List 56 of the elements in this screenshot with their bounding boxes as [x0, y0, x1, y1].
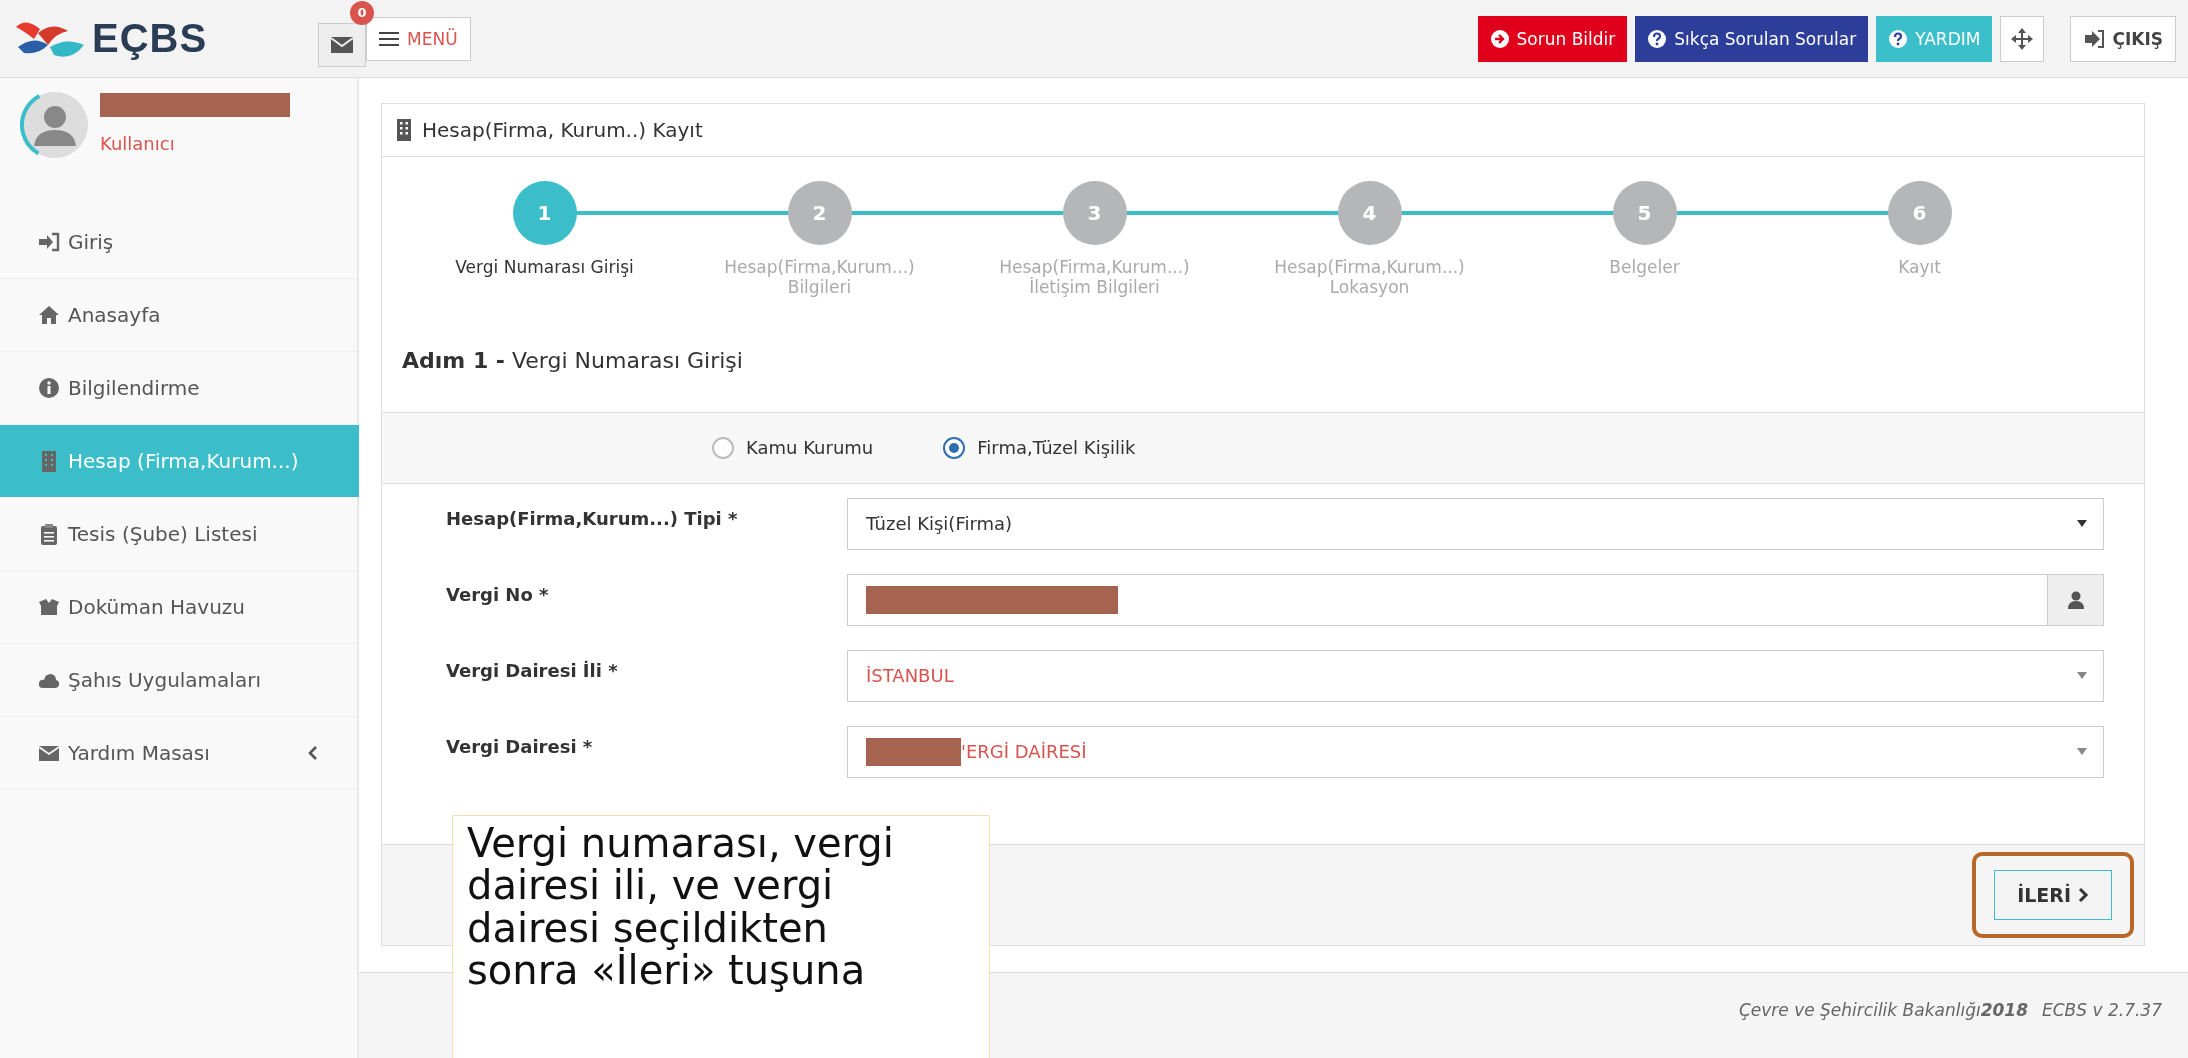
select-value: 'ERGİ DAİRESİ [961, 741, 1087, 763]
caret-icon [2077, 672, 2087, 680]
building-icon [396, 119, 412, 141]
sidebar-item[interactable]: Şahıs Uygulamaları [0, 644, 357, 717]
menu-button[interactable]: MENÜ [366, 16, 471, 61]
version-text: ECBS v 2.7.37 [2042, 1000, 2162, 1021]
sidebar-item[interactable]: Yardım Masası [0, 717, 357, 790]
select-field[interactable]: Tüzel Kişi(Firma) [847, 497, 2104, 550]
logo-text: EÇBS [92, 16, 208, 61]
header-button[interactable]: Sıkça Sorulan Sorular [1635, 15, 1869, 62]
help-icon [1647, 28, 1668, 49]
step-label: Kayıt [1898, 257, 1941, 278]
info-icon [38, 377, 60, 399]
select-value: İSTANBUL [866, 665, 954, 687]
step-label: Hesap(Firma,Kurum...) İletişim Bilgileri [999, 257, 1190, 298]
caret-icon [2077, 748, 2087, 756]
field-label: Vergi Dairesi İli * [446, 658, 619, 681]
mail-button[interactable] [318, 22, 366, 67]
arrow-circle-icon [1489, 28, 1510, 49]
sidebar-item[interactable]: Tesis (Şube) Listesi [0, 498, 357, 571]
sidebar-item[interactable]: Giriş [0, 206, 357, 279]
envelope-icon [330, 35, 354, 54]
step-label: Belgeler [1609, 257, 1680, 278]
field-label: Vergi Dairesi * [446, 734, 594, 757]
avatar-icon [20, 90, 90, 160]
step-label: Vergi Numarası Girişi [455, 257, 634, 278]
header-button[interactable]: Sorun Bildir [1477, 15, 1628, 62]
menu-icon [379, 30, 399, 47]
select-field[interactable]: 'ERGİ DAİRESİ [847, 725, 2104, 778]
select-value: Tüzel Kişi(Firma) [866, 513, 1013, 535]
radio-option[interactable]: Firma,Tüzel Kişilik [943, 436, 1136, 459]
callout-text: Vergi numarası, vergi dairesi ili, ve vergi dairesi seçildikten sonra «İleri» tuşuna [467, 822, 895, 992]
step-heading: Adım 1 - Vergi Numarası Girişi [402, 347, 744, 375]
sign-in-icon [38, 231, 60, 253]
sidebar-item[interactable]: Anasayfa [0, 279, 357, 352]
step-label: Hesap(Firma,Kurum...) Bilgileri [724, 257, 915, 298]
move-icon [2010, 26, 2035, 51]
step-label: Hesap(Firma,Kurum...) Lokasyon [1274, 257, 1465, 298]
mail-count-badge: 0 [350, 0, 374, 25]
sidebar-item[interactable]: Doküman Havuzu [0, 571, 357, 644]
user-role: Kullanıcı [100, 133, 176, 154]
caret-icon [2077, 520, 2087, 528]
clipboard-icon [38, 523, 60, 545]
field-label: Hesap(Firma,Kurum...) Tipi * [446, 506, 739, 529]
help-icon [1888, 28, 1909, 49]
sign-out-icon [2083, 29, 2106, 48]
chevron-right-icon [2077, 886, 2089, 903]
copyright-text: Çevre ve Şehircilik Bakanlığı2018 [1738, 1000, 2028, 1021]
select-field[interactable]: İSTANBUL [847, 649, 2104, 702]
home-icon [38, 304, 60, 326]
move-button[interactable] [2000, 15, 2045, 62]
panel-title: Hesap(Firma, Kurum..) Kayıt [422, 118, 703, 142]
field-label: Vergi No * [446, 582, 550, 605]
next-button[interactable]: İLERİ [1994, 869, 2112, 920]
exit-button[interactable]: ÇIKIŞ [2070, 15, 2176, 62]
radio-option[interactable]: Kamu Kurumu [712, 436, 874, 459]
